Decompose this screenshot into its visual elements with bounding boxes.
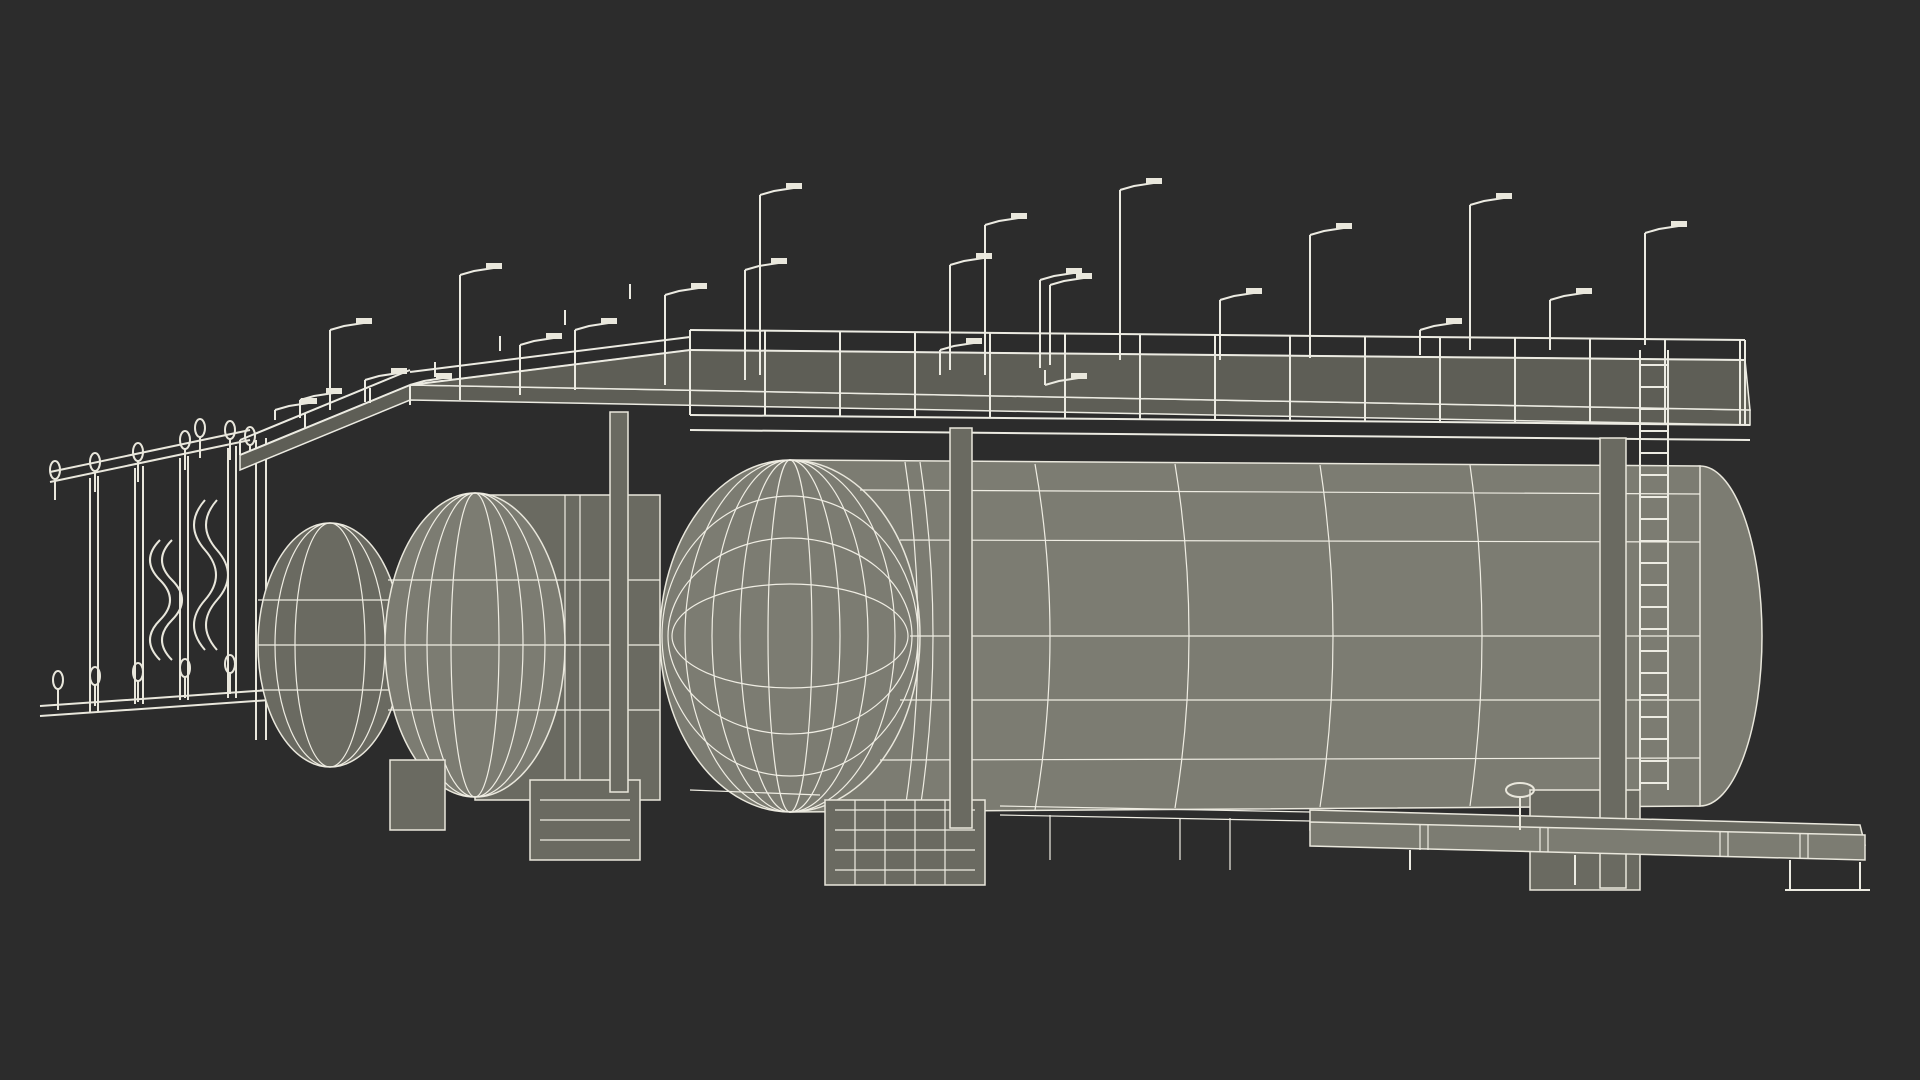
vessel-main bbox=[659, 459, 1763, 813]
wireframe-render bbox=[0, 0, 1920, 1080]
vessel-rear bbox=[257, 522, 403, 768]
